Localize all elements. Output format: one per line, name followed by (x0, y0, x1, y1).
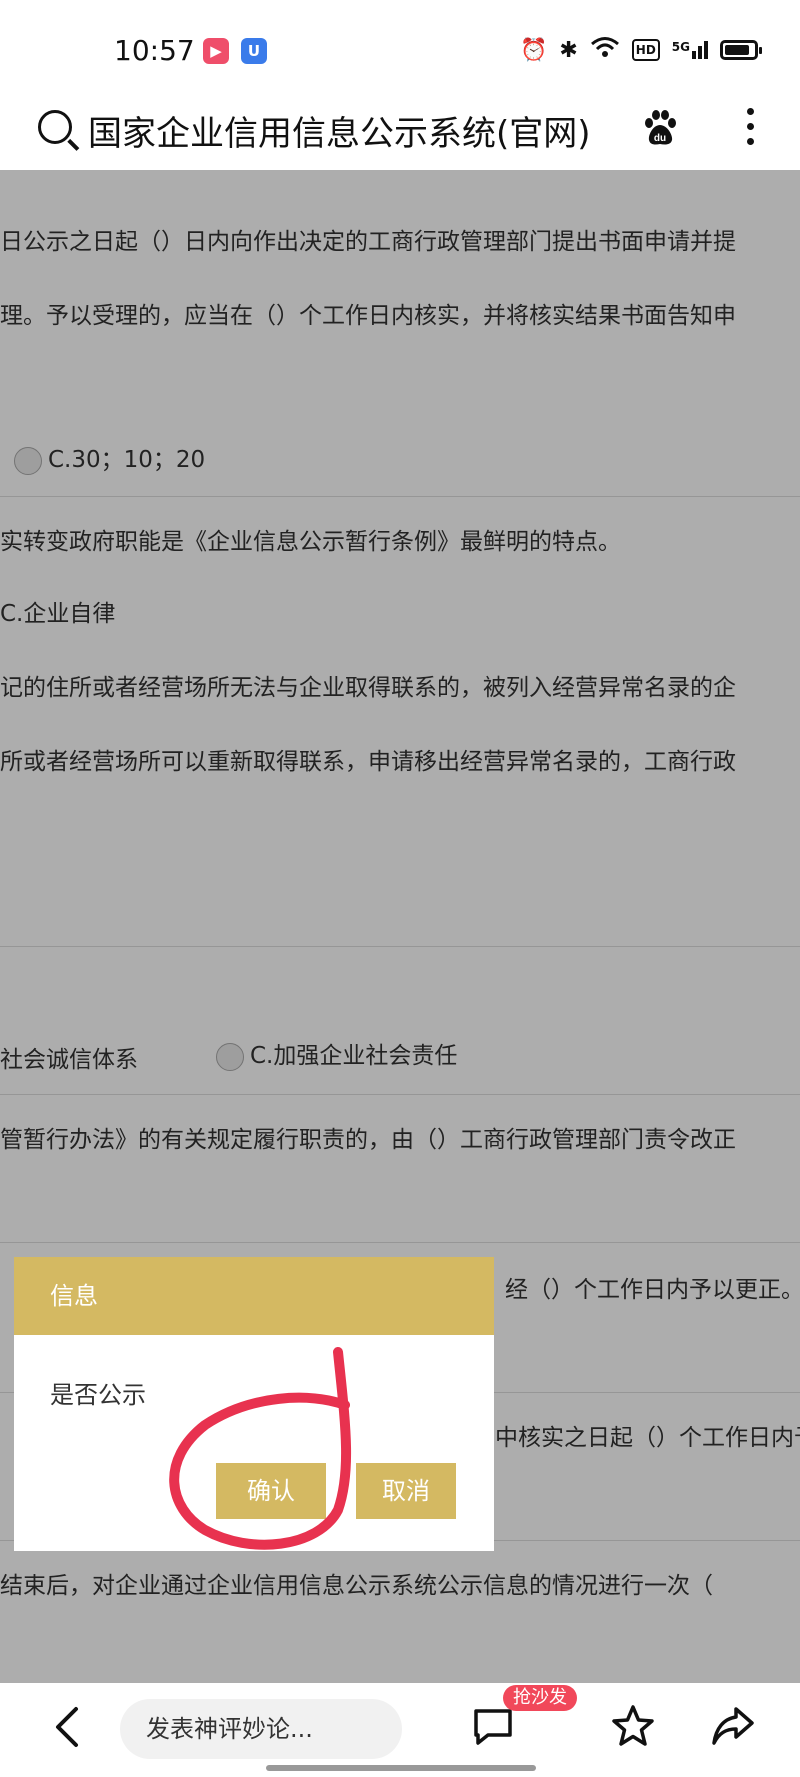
comment-badge: 抢沙发 (503, 1685, 577, 1711)
status-icons: ⏰ ✱ HD 5G (519, 36, 762, 64)
dialog-title: 信息 (14, 1257, 494, 1335)
star-icon[interactable] (610, 1703, 656, 1749)
signal-icon: 5G (672, 41, 708, 59)
hd-icon: HD (631, 39, 660, 61)
search-icon[interactable] (38, 110, 72, 144)
network-type: 5G (671, 40, 690, 54)
search-query[interactable]: 国家企业信用信息公示系统(官网) (88, 106, 591, 155)
search-bar[interactable]: 国家企业信用信息公示系统(官网) du (0, 100, 800, 170)
dialog-message: 是否公示 (50, 1381, 146, 1409)
home-indicator[interactable] (266, 1765, 536, 1771)
bluetooth-icon: ✱ (559, 37, 578, 63)
share-icon[interactable] (710, 1703, 756, 1749)
svg-text:du: du (654, 133, 666, 144)
u-app-icon: U (241, 38, 267, 64)
cancel-button[interactable]: 取消 (356, 1463, 456, 1519)
wifi-icon (590, 36, 620, 64)
comment-input[interactable]: 发表神评妙论... (120, 1699, 402, 1759)
status-bar: 10:57 ▶ U ⏰ ✱ HD 5G (0, 0, 800, 100)
confirm-button[interactable]: 确认 (216, 1463, 326, 1519)
more-menu-icon[interactable] (740, 108, 760, 152)
baidu-paw-icon[interactable]: du (640, 108, 680, 148)
comment-icon[interactable] (470, 1703, 516, 1749)
status-time: 10:57 (114, 34, 195, 67)
alarm-icon: ⏰ (519, 37, 548, 63)
bottom-toolbar: 发表神评妙论... 抢沙发 (0, 1683, 800, 1777)
confirm-dialog: 信息 是否公示 确认 取消 (14, 1257, 494, 1551)
back-icon[interactable] (48, 1705, 88, 1749)
video-app-icon: ▶ (203, 38, 229, 64)
battery-icon (720, 40, 762, 60)
